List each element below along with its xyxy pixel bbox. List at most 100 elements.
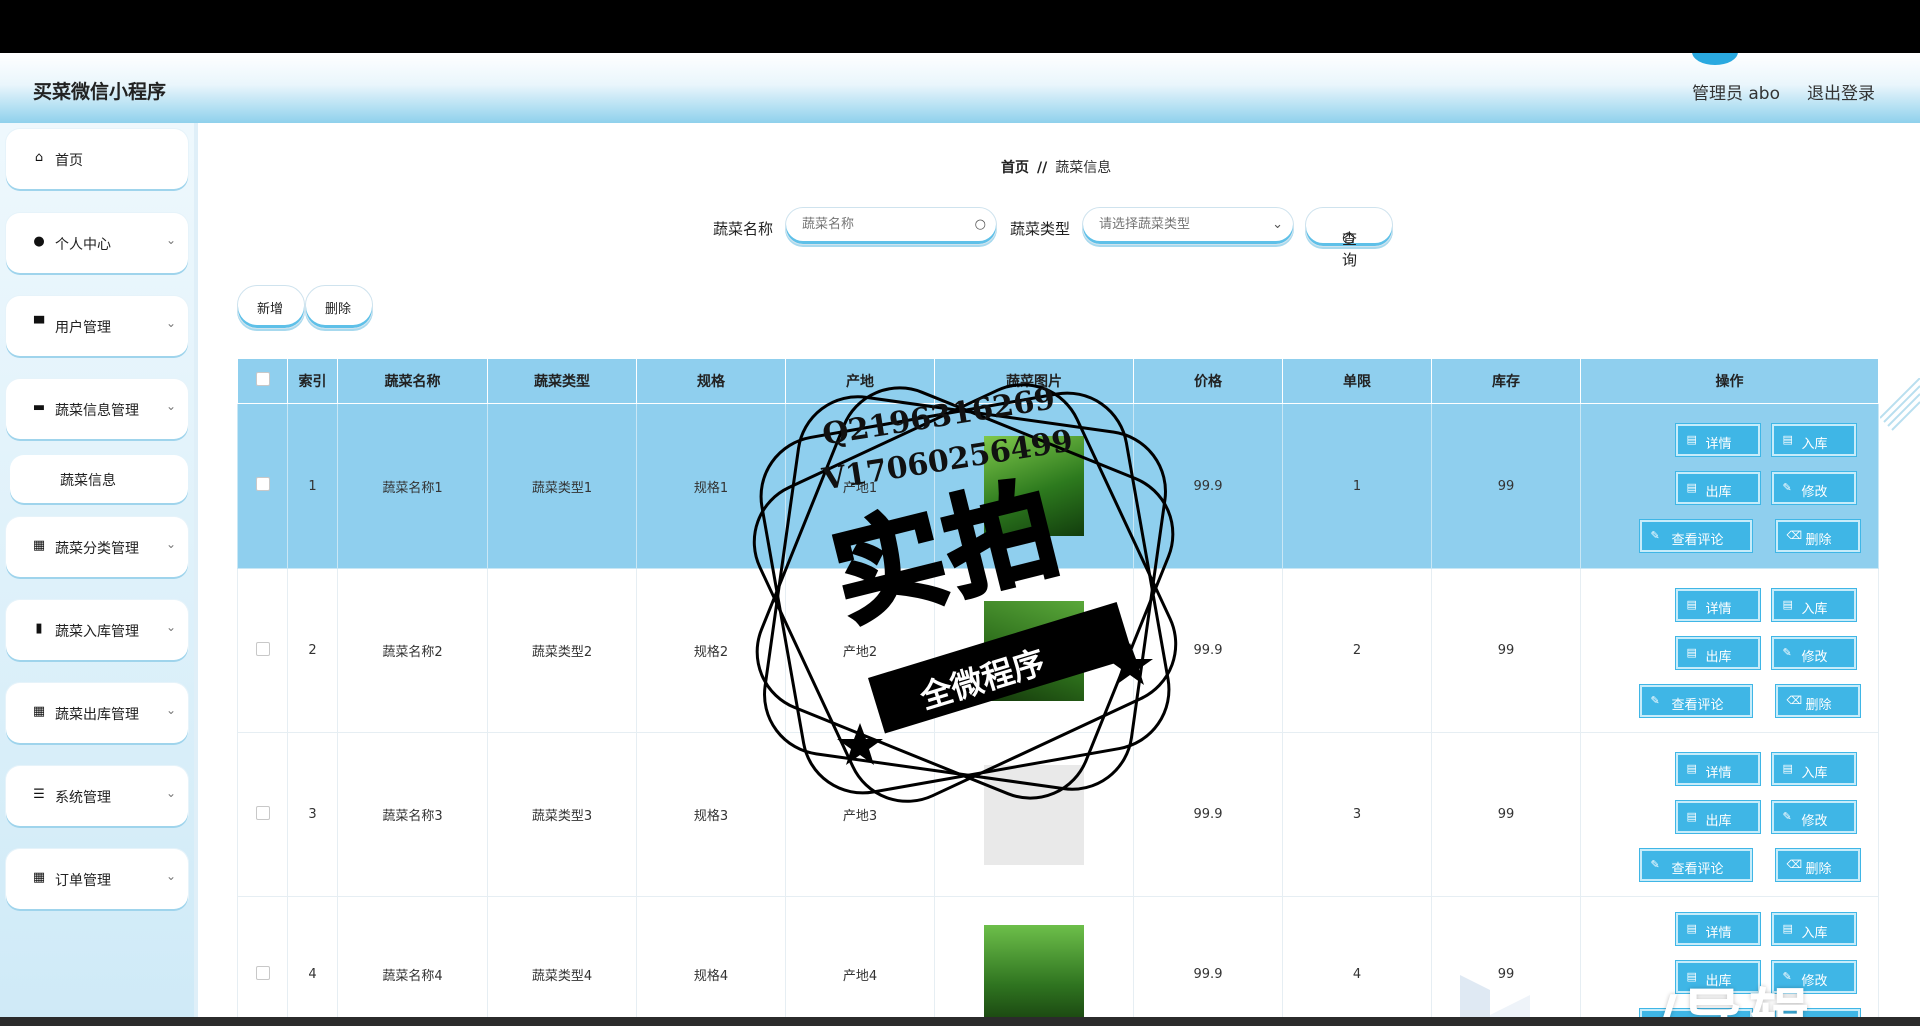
detail-button[interactable]: ▤ 详情 <box>1675 588 1760 621</box>
review-button[interactable]: ✎查看评论 <box>1639 520 1752 552</box>
trash-icon: ⌫ <box>1786 529 1803 542</box>
cell-limit: 2 <box>1282 568 1432 733</box>
column-header: 蔬菜类型 <box>487 358 637 404</box>
vegetable-image <box>984 924 1084 1017</box>
logout-link[interactable]: 退出登录 <box>1807 79 1875 104</box>
delete-button[interactable]: ⌫删除 <box>1775 684 1860 717</box>
document-icon: ▤ <box>1782 761 1793 775</box>
column-header: 库存 <box>1431 358 1581 404</box>
column-header: 规格 <box>636 358 786 404</box>
search-icon: ○ <box>1342 228 1356 246</box>
out-button-label: 出库 <box>1705 813 1732 829</box>
select-all-checkbox[interactable] <box>255 372 270 386</box>
out-button[interactable]: ▤ 出库 <box>1675 960 1760 993</box>
out-button[interactable]: ▤ 出库 <box>1675 800 1760 833</box>
query-button[interactable]: 查询 ○ <box>1305 207 1393 269</box>
type-search-label: 蔬菜类型 <box>1010 220 1071 238</box>
cell-price: 99.9 <box>1133 896 1283 1017</box>
document-icon: ▤ <box>1686 969 1697 983</box>
table-row[interactable]: 2 蔬菜名称2 蔬菜类型2 规格2 产地2 99.9 2 99 ▤ 详情 ▤ 入库 ▤ 出库 ✎ 修改 ✎ 查看评… <box>237 568 1879 733</box>
edit-button[interactable]: ✎ 修改 <box>1771 472 1856 504</box>
grid-icon: ▦ <box>32 704 46 719</box>
column-header: 索引 <box>287 358 338 404</box>
app-title: 买菜微信小程序 <box>33 81 167 103</box>
breadcrumb-home[interactable]: 首页 <box>1001 160 1029 176</box>
document-icon: ▤ <box>1782 433 1793 446</box>
sidebar-item-stock-out-management[interactable]: ▦ 蔬菜出库管理 ⌄ <box>6 683 188 743</box>
cell-spec: 规格1 <box>636 403 786 569</box>
delete-button[interactable]: ⌫删除 <box>1775 1008 1860 1017</box>
table-header-row: 索引 蔬菜名称 蔬菜类型 规格 产地 蔬菜图片 价格 单限 库存 操作 <box>237 358 1879 404</box>
column-header: 价格 <box>1133 358 1283 404</box>
table-row[interactable]: 4蔬菜名称4蔬菜类型4规格4产地499.9499▤详情▤入库▤出库✎修改✎查看评… <box>237 896 1879 1017</box>
detail-button-label: 详情 <box>1705 925 1732 941</box>
decorative-stripes <box>1880 378 1920 431</box>
sidebar-item-vegetable-info-management[interactable]: ▬ 蔬菜信息管理 ⌄ <box>6 379 188 439</box>
edit-button[interactable]: ✎ 修改 <box>1771 960 1856 993</box>
detail-button[interactable]: ▤ 详情 <box>1675 912 1760 945</box>
name-search-field[interactable] <box>800 216 954 233</box>
row-select-cell[interactable] <box>237 568 288 733</box>
bulk-delete-button[interactable]: 删除 <box>305 285 373 329</box>
sidebar-item-stock-in-management[interactable]: ▮ 蔬菜入库管理 ⌄ <box>6 600 188 660</box>
sidebar-item-label: 蔬菜分类管理 <box>55 541 139 557</box>
home-icon: ⌂ <box>34 150 44 165</box>
detail-button[interactable]: ▤ 详情 <box>1675 752 1760 785</box>
sidebar-item-user-management[interactable]: ▀ 用户管理 ⌄ <box>6 296 188 356</box>
cell-actions: ▤ 详情 ▤ 入库 ▤ 出库 ✎ 修改 ✎ 查看评论 ⌫删除 <box>1580 568 1879 733</box>
edit-icon: ✎ <box>1782 969 1792 983</box>
cell-name: 蔬菜名称1 <box>337 403 488 569</box>
row-checkbox[interactable] <box>255 641 270 656</box>
cell-type: 蔬菜类型3 <box>487 732 637 897</box>
table-row[interactable]: 3 蔬菜名称3 蔬菜类型3 规格3 产地3 99.9 3 99 ▤ 详情 ▤ 入库 ▤ 出库 ✎ 修改 ✎ 查看评… <box>237 732 1879 897</box>
sidebar-item-system-management[interactable]: ☰ 系统管理 ⌄ <box>6 766 188 826</box>
edit-button[interactable]: ✎ 修改 <box>1771 800 1856 833</box>
delete-button[interactable]: ⌫删除 <box>1775 848 1860 881</box>
row-checkbox[interactable] <box>255 805 270 820</box>
cell-price: 99.9 <box>1133 732 1283 897</box>
row-checkbox[interactable] <box>255 477 270 491</box>
current-user: 管理员 abo <box>1691 84 1780 104</box>
out-button-label: 出库 <box>1705 485 1732 500</box>
row-checkbox[interactable] <box>255 965 270 980</box>
select-all-cell[interactable] <box>237 358 288 404</box>
name-search-input[interactable]: ○ <box>785 207 997 245</box>
review-button[interactable]: ✎查看评论 <box>1639 684 1752 717</box>
edit-button[interactable]: ✎ 修改 <box>1771 636 1856 669</box>
cell-name: 蔬菜名称4 <box>337 896 488 1017</box>
in-button[interactable]: ▤ 入库 <box>1771 752 1856 785</box>
sidebar-item-home[interactable]: ⌂ 首页 <box>6 129 188 189</box>
out-button-label: 出库 <box>1705 973 1732 989</box>
cell-image <box>934 896 1134 1017</box>
type-select[interactable]: ⌄ <box>1082 207 1294 245</box>
sidebar-item-order-management[interactable]: ▦ 订单管理 ⌄ <box>6 849 188 909</box>
add-button[interactable]: 新增 <box>237 285 305 329</box>
cell-name: 蔬菜名称2 <box>337 568 488 733</box>
sidebar-subitem-vegetable-info[interactable]: 蔬菜信息 <box>10 455 188 503</box>
review-button[interactable]: ✎查看评论 <box>1639 848 1752 881</box>
in-button-label: 入库 <box>1801 925 1828 941</box>
row-select-cell[interactable] <box>237 732 288 897</box>
sidebar-subitem-label: 蔬菜信息 <box>60 473 116 489</box>
out-button[interactable]: ▤ 出库 <box>1675 472 1760 504</box>
cell-limit: 4 <box>1282 896 1432 1017</box>
type-select-field[interactable] <box>1097 216 1251 233</box>
edit-icon: ✎ <box>1782 481 1792 494</box>
sidebar-item-category-management[interactable]: ▦ 蔬菜分类管理 ⌄ <box>6 517 188 577</box>
out-button[interactable]: ▤ 出库 <box>1675 636 1760 669</box>
in-button[interactable]: ▤ 入库 <box>1771 912 1856 945</box>
table-row[interactable]: 1 蔬菜名称1 蔬菜类型1 规格1 产地1 99.9 1 99 ▤ 详情 ▤ 入库 ▤ 出库 ✎ 修改 ✎ 查看评… <box>237 403 1879 569</box>
row-select-cell[interactable] <box>237 403 288 569</box>
in-button[interactable]: ▤ 入库 <box>1771 588 1856 621</box>
chevron-down-icon: ⌄ <box>165 786 176 800</box>
sidebar-item-personal-center[interactable]: ● 个人中心 ⌄ <box>6 213 188 273</box>
edit-button-label: 修改 <box>1801 649 1828 665</box>
delete-button[interactable]: ⌫删除 <box>1775 520 1860 552</box>
delete-button-label: 删除 <box>1805 861 1832 877</box>
row-select-cell[interactable] <box>237 896 288 1017</box>
detail-button[interactable]: ▤ 详情 <box>1675 424 1760 456</box>
in-button[interactable]: ▤ 入库 <box>1771 424 1856 456</box>
row-actions: ▤ 详情 ▤ 入库 ▤ 出库 ✎ 修改 ✎ 查看评论 ⌫删除 <box>1610 416 1860 556</box>
admin-app: 买菜微信小程序 管理员 abo 退出登录 ⌂ 首页 ● 个人中心 ⌄ ▀ 用户管… <box>0 53 1920 1017</box>
review-button[interactable]: ✎查看评论 <box>1639 1008 1752 1017</box>
